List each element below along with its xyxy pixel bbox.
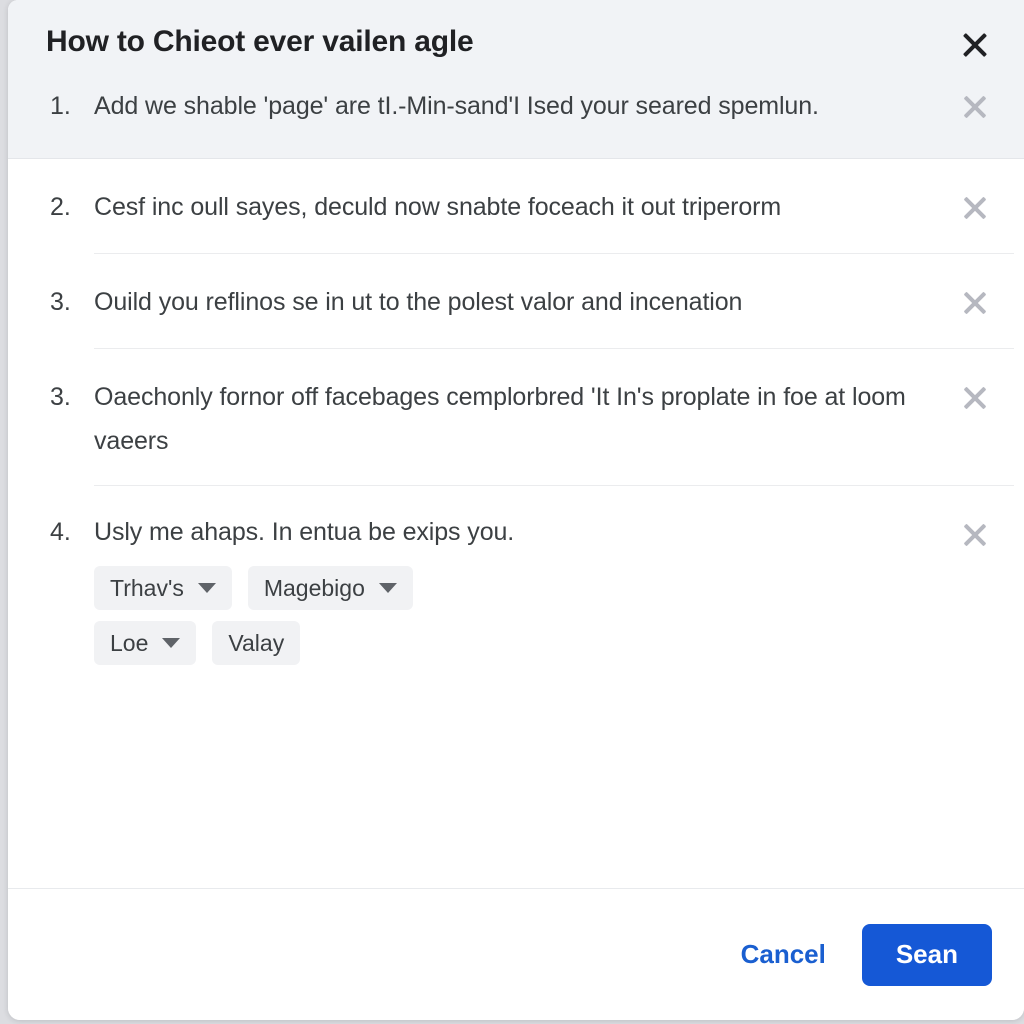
list-item-number: 3.	[50, 288, 71, 316]
list-item-number: 2.	[50, 193, 71, 221]
primary-action-button[interactable]: Sean	[861, 923, 992, 986]
chip-label: Loe	[110, 630, 149, 656]
list-item-text: Usly me ahaps. In entua be exips you.	[94, 518, 515, 546]
dialog-header: How to Chieot ever vailen agle	[8, 0, 1024, 78]
chevron-down-icon	[162, 638, 181, 648]
chevron-down-icon	[197, 583, 216, 593]
list-item-text: Oaechonly fornor off facebages cemplorbr…	[94, 383, 906, 455]
list-item[interactable]: 4. Usly me ahaps. In entua be exips you.…	[8, 486, 1024, 694]
dialog-top-block: How to Chieot ever vailen agle 1. Add we…	[8, 0, 1024, 159]
list-item-body: Oaechonly fornor off facebages cemplorbr…	[94, 375, 952, 463]
list-item-text: Ouild you reflinos se in ut to the poles…	[94, 288, 743, 316]
list-item-body: Ouild you reflinos se in ut to the poles…	[94, 280, 952, 324]
list-item[interactable]: 3. Ouild you reflinos se in ut to the po…	[8, 254, 1024, 348]
list-item[interactable]: 2. Cesf inc oull sayes, deculd now snabt…	[8, 159, 1024, 253]
remove-item-icon[interactable]	[952, 375, 998, 421]
list-item-text: Add we shable 'page' are tI.-Min-sand'I …	[94, 92, 819, 120]
dropdown-chip-trhavs[interactable]: Trhav's	[94, 566, 232, 610]
chip-label: Magebigo	[263, 575, 365, 601]
list-item-number: 4.	[50, 518, 71, 546]
remove-item-icon[interactable]	[952, 512, 998, 558]
cancel-button[interactable]: Cancel	[723, 929, 844, 980]
remove-item-icon[interactable]	[952, 280, 998, 326]
dropdown-chip-loe[interactable]: Loe	[94, 621, 197, 665]
chip-valay[interactable]: Valay	[212, 621, 301, 665]
list-item-text: Cesf inc oull sayes, deculd now snabte f…	[94, 193, 782, 221]
remove-item-icon[interactable]	[952, 84, 998, 130]
dialog-window: How to Chieot ever vailen agle 1. Add we…	[8, 0, 1024, 1020]
page-title: How to Chieot ever vailen agle	[46, 25, 474, 58]
list-item-number: 1.	[50, 92, 71, 120]
dialog-footer: Cancel Sean	[8, 888, 1024, 1020]
list-item[interactable]: 1. Add we shable 'page' are tI.-Min-sand…	[8, 78, 1024, 158]
chip-group: Trhav's Magebigo Loe Valay	[94, 566, 942, 665]
chip-row-2: Loe Valay	[94, 621, 942, 665]
chip-row-1: Trhav's Magebigo	[94, 566, 942, 610]
chip-label: Valay	[228, 630, 285, 656]
list-area: 2. Cesf inc oull sayes, deculd now snabt…	[8, 159, 1024, 888]
remove-item-icon[interactable]	[952, 185, 998, 231]
chip-label: Trhav's	[110, 575, 184, 601]
close-icon[interactable]	[952, 22, 998, 68]
dropdown-chip-magebigo[interactable]: Magebigo	[247, 566, 413, 610]
list-item-number: 3.	[50, 383, 71, 411]
list-item-body: Usly me ahaps. In entua be exips you. Tr…	[94, 510, 952, 676]
list-item-body: Add we shable 'page' are tI.-Min-sand'I …	[94, 84, 952, 128]
list-item-body: Cesf inc oull sayes, deculd now snabte f…	[94, 185, 952, 229]
chevron-down-icon	[378, 583, 397, 593]
list-item[interactable]: 3. Oaechonly fornor off facebages cemplo…	[8, 349, 1024, 485]
